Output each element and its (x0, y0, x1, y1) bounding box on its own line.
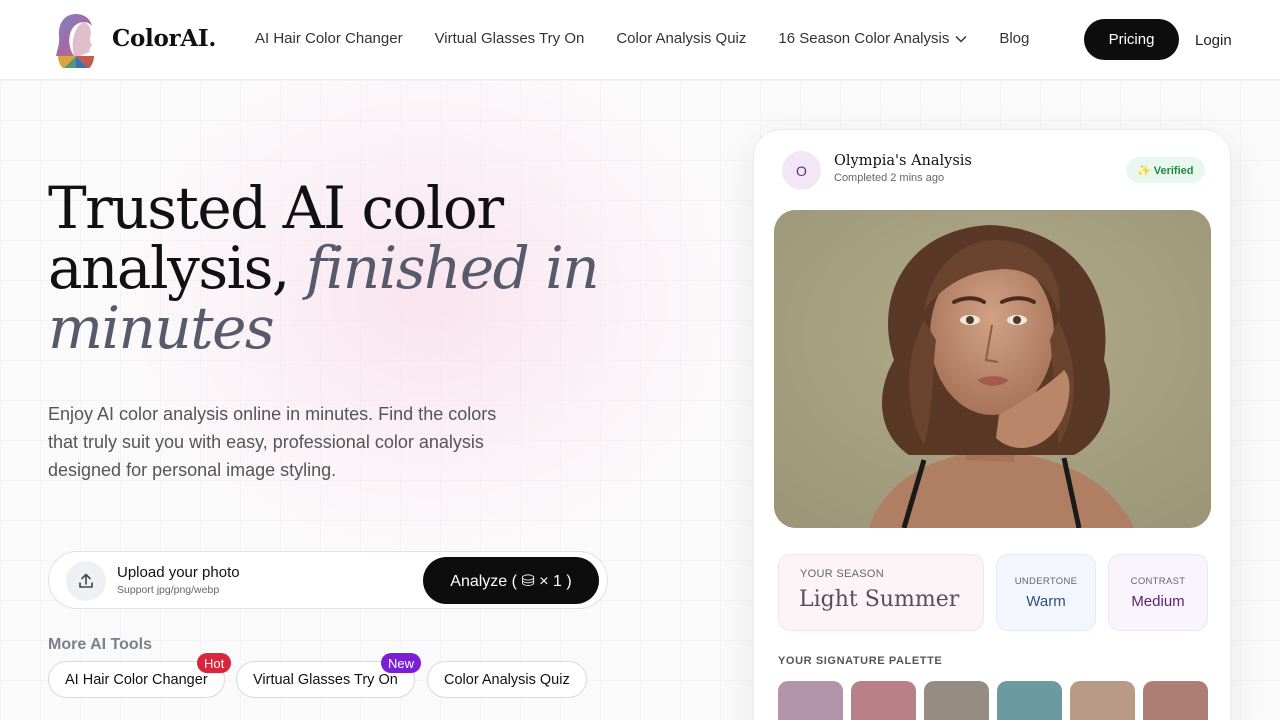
undertone-label: UNDERTONE (1014, 575, 1078, 587)
chevron-down-icon (955, 35, 967, 43)
brand-logo-icon[interactable] (54, 12, 98, 68)
tool-label: Virtual Glasses Try On (253, 671, 398, 688)
contrast-label: CONTRAST (1130, 575, 1186, 587)
nav-16-season-color-analysis[interactable]: 16 Season Color Analysis (778, 30, 967, 47)
main-nav: AI Hair Color Changer Virtual Glasses Tr… (255, 30, 1061, 47)
nav-label: AI Hair Color Changer (255, 30, 403, 47)
palette-swatch[interactable] (851, 681, 916, 720)
undertone-value: Warm (1026, 592, 1066, 610)
analysis-title: Olympia's Analysis (834, 153, 972, 169)
upload-title: Upload your photo (117, 564, 240, 581)
nav-label: Blog (999, 30, 1030, 47)
verified-badge: ✨ Verified (1126, 157, 1205, 183)
more-tools-heading: More AI Tools (48, 636, 152, 653)
nav-virtual-glasses-try-on[interactable]: Virtual Glasses Try On (435, 30, 585, 47)
upload-dropzone[interactable]: Upload your photo Support jpg/png/webp A… (48, 551, 608, 609)
hot-badge: Hot (197, 653, 232, 673)
upload-icon[interactable] (66, 561, 106, 601)
upload-hint: Support jpg/png/webp (117, 584, 220, 596)
palette-swatch[interactable] (1070, 681, 1135, 720)
contrast-result: CONTRAST Medium (1108, 554, 1208, 631)
nav-label: Virtual Glasses Try On (434, 30, 585, 47)
palette-swatch[interactable] (778, 681, 843, 720)
tool-label: Color Analysis Quiz (444, 671, 570, 688)
tool-label: AI Hair Color Changer (65, 671, 208, 688)
season-value: Light Summer (799, 587, 960, 612)
portrait-photo (774, 210, 1211, 528)
hero-title: Trusted AI color analysis, finished in m… (48, 178, 668, 358)
hero-subtitle: Enjoy AI color analysis online in minute… (48, 404, 497, 480)
tool-color-analysis-quiz[interactable]: Color Analysis Quiz (427, 661, 587, 698)
site-header: ColorAI. AI Hair Color Changer Virtual G… (0, 0, 1280, 80)
pricing-button[interactable]: Pricing (1084, 19, 1179, 60)
palette-swatch[interactable] (924, 681, 989, 720)
nav-color-analysis-quiz[interactable]: Color Analysis Quiz (616, 30, 746, 47)
season-result: YOUR SEASON Light Summer (778, 554, 984, 631)
tool-ai-hair-color-changer[interactable]: AI Hair Color Changer Hot (48, 653, 232, 698)
new-badge: New (381, 653, 422, 673)
palette-swatch[interactable] (997, 681, 1062, 720)
hero-title-emphasis: finished in (305, 234, 600, 302)
hero-title-line3: minutes (48, 294, 275, 362)
login-link[interactable]: Login (1195, 32, 1232, 49)
analyze-button[interactable]: Analyze ( ⛁ × 1 ) (423, 557, 599, 604)
avatar: O (782, 151, 821, 190)
nav-label: 16 Season Color Analysis (778, 30, 950, 47)
nav-blog[interactable]: Blog (999, 30, 1029, 47)
nav-label: Color Analysis Quiz (616, 30, 747, 47)
season-label: YOUR SEASON (800, 568, 884, 580)
palette-label: YOUR SIGNATURE PALETTE (778, 655, 943, 667)
tool-virtual-glasses-try-on[interactable]: Virtual Glasses Try On New (236, 653, 422, 698)
hero-title-line1: Trusted AI color (48, 174, 504, 242)
analysis-timestamp: Completed 2 mins ago (834, 172, 945, 184)
palette-swatch[interactable] (1143, 681, 1208, 720)
contrast-value: Medium (1131, 592, 1185, 610)
undertone-result: UNDERTONE Warm (996, 554, 1096, 631)
analysis-result-card: O Olympia's Analysis Completed 2 mins ag… (753, 129, 1231, 720)
nav-ai-hair-color-changer[interactable]: AI Hair Color Changer (255, 30, 403, 47)
hero-title-line2: analysis, (48, 234, 306, 302)
brand-name[interactable]: ColorAI. (112, 25, 216, 52)
